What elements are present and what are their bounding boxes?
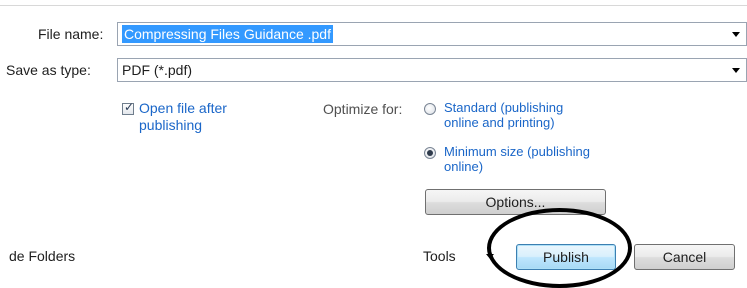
save-as-type-label: Save as type: xyxy=(6,62,91,78)
open-after-checkbox[interactable]: ✓ xyxy=(122,100,135,115)
chevron-down-icon[interactable] xyxy=(732,68,740,73)
file-name-value: Compressing Files Guidance .pdf xyxy=(122,25,333,43)
optimize-for-label: Optimize for: xyxy=(323,101,403,117)
minimum-size-label[interactable]: Minimum size (publishing online) xyxy=(444,144,590,174)
hide-folders-toggle[interactable]: de Folders xyxy=(9,248,75,264)
radio-dot-icon xyxy=(427,150,433,156)
options-button[interactable]: Options... xyxy=(425,189,606,215)
save-as-type-value: PDF (*.pdf) xyxy=(122,62,193,78)
top-divider xyxy=(0,5,747,6)
checkmark-icon: ✓ xyxy=(124,100,135,114)
save-as-type-select[interactable]: PDF (*.pdf) xyxy=(117,58,747,82)
chevron-down-icon[interactable] xyxy=(732,32,740,37)
minimum-size-radio[interactable] xyxy=(424,147,436,159)
file-name-label: File name: xyxy=(38,26,104,42)
standard-label[interactable]: Standard (publishing online and printing… xyxy=(444,100,563,130)
tools-menu[interactable]: Tools xyxy=(423,248,456,264)
publish-button[interactable]: Publish xyxy=(516,244,616,270)
open-after-label[interactable]: Open file after publishing xyxy=(139,100,227,134)
cancel-button[interactable]: Cancel xyxy=(634,244,735,270)
file-name-input[interactable]: Compressing Files Guidance .pdf xyxy=(117,22,747,46)
tools-dropdown-icon[interactable] xyxy=(486,254,494,259)
standard-radio[interactable] xyxy=(424,103,436,115)
